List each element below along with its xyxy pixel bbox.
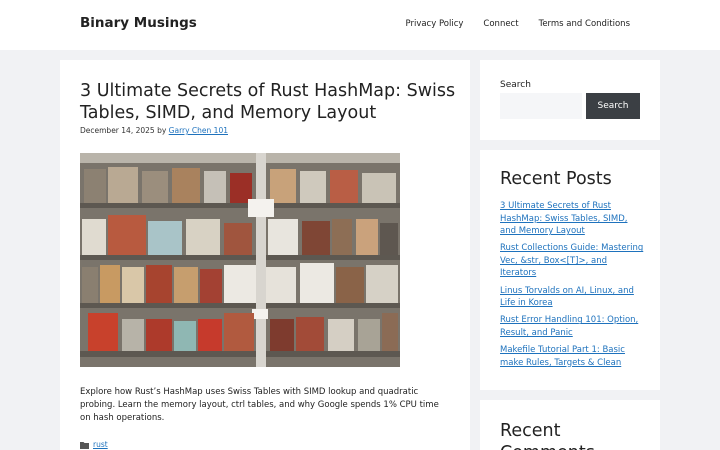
article-card: 3 Ultimate Secrets of Rust HashMap: Swis… [60, 60, 470, 450]
recent-posts-list: 3 Ultimate Secrets of Rust HashMap: Swis… [500, 200, 645, 374]
recent-comments-widget: Recent Comments [480, 400, 660, 450]
recent-post-link[interactable]: 3 Ultimate Secrets of Rust HashMap: Swis… [500, 201, 627, 236]
recent-posts-widget: Recent Posts 3 Ultimate Secrets of Rust … [480, 150, 660, 390]
article-excerpt: Explore how Rust’s HashMap uses Swiss Ta… [80, 387, 439, 423]
nav-privacy-policy[interactable]: Privacy Policy [405, 19, 463, 29]
featured-image[interactable] [80, 153, 400, 367]
recent-comments-title: Recent Comments [500, 421, 595, 450]
recent-post-link[interactable]: Linus Torvalds on AI, Linux, and Life in… [500, 286, 634, 309]
article-meta: December 14, 2025 by Garry Chen 101 [80, 126, 228, 135]
search-label: Search [500, 80, 531, 90]
site-header: Binary Musings Privacy Policy Connect Te… [0, 0, 720, 50]
paint-buckets-shelf-photo [80, 153, 400, 367]
article-date: December 14, 2025 [80, 126, 155, 135]
search-button[interactable]: Search [586, 93, 640, 119]
list-item: Rust Error Handling 101: Option, Result,… [500, 314, 645, 339]
site-title[interactable]: Binary Musings [80, 15, 197, 31]
recent-post-link[interactable]: Rust Error Handling 101: Option, Result,… [500, 315, 638, 338]
article-author-link[interactable]: Garry Chen 101 [169, 126, 228, 135]
recent-post-link[interactable]: Makefile Tutorial Part 1: Basic make Rul… [500, 345, 625, 368]
recent-post-link[interactable]: Rust Collections Guide: Mastering Vec, &… [500, 243, 643, 278]
nav-connect[interactable]: Connect [483, 19, 518, 29]
list-item: Makefile Tutorial Part 1: Basic make Rul… [500, 344, 645, 369]
nav-terms-and-conditions[interactable]: Terms and Conditions [539, 19, 630, 29]
article-title[interactable]: 3 Ultimate Secrets of Rust HashMap: Swis… [80, 80, 460, 124]
list-item: 3 Ultimate Secrets of Rust HashMap: Swis… [500, 200, 645, 238]
search-input[interactable] [500, 93, 582, 119]
category-links: rust [80, 440, 108, 449]
folder-icon [80, 441, 89, 449]
article-by: by [157, 126, 167, 135]
search-widget: Search Search [480, 60, 660, 140]
category-link-rust[interactable]: rust [93, 440, 108, 449]
main-nav: Privacy Policy Connect Terms and Conditi… [405, 19, 630, 29]
list-item: Rust Collections Guide: Mastering Vec, &… [500, 242, 645, 280]
list-item: Linus Torvalds on AI, Linux, and Life in… [500, 285, 645, 310]
recent-posts-title: Recent Posts [500, 169, 612, 189]
